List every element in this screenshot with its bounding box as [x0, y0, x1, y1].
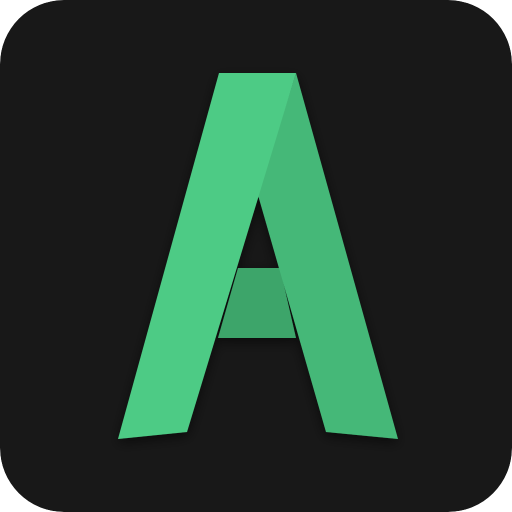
app-icon[interactable] — [0, 0, 512, 512]
letter-a-logo-icon — [0, 0, 512, 512]
